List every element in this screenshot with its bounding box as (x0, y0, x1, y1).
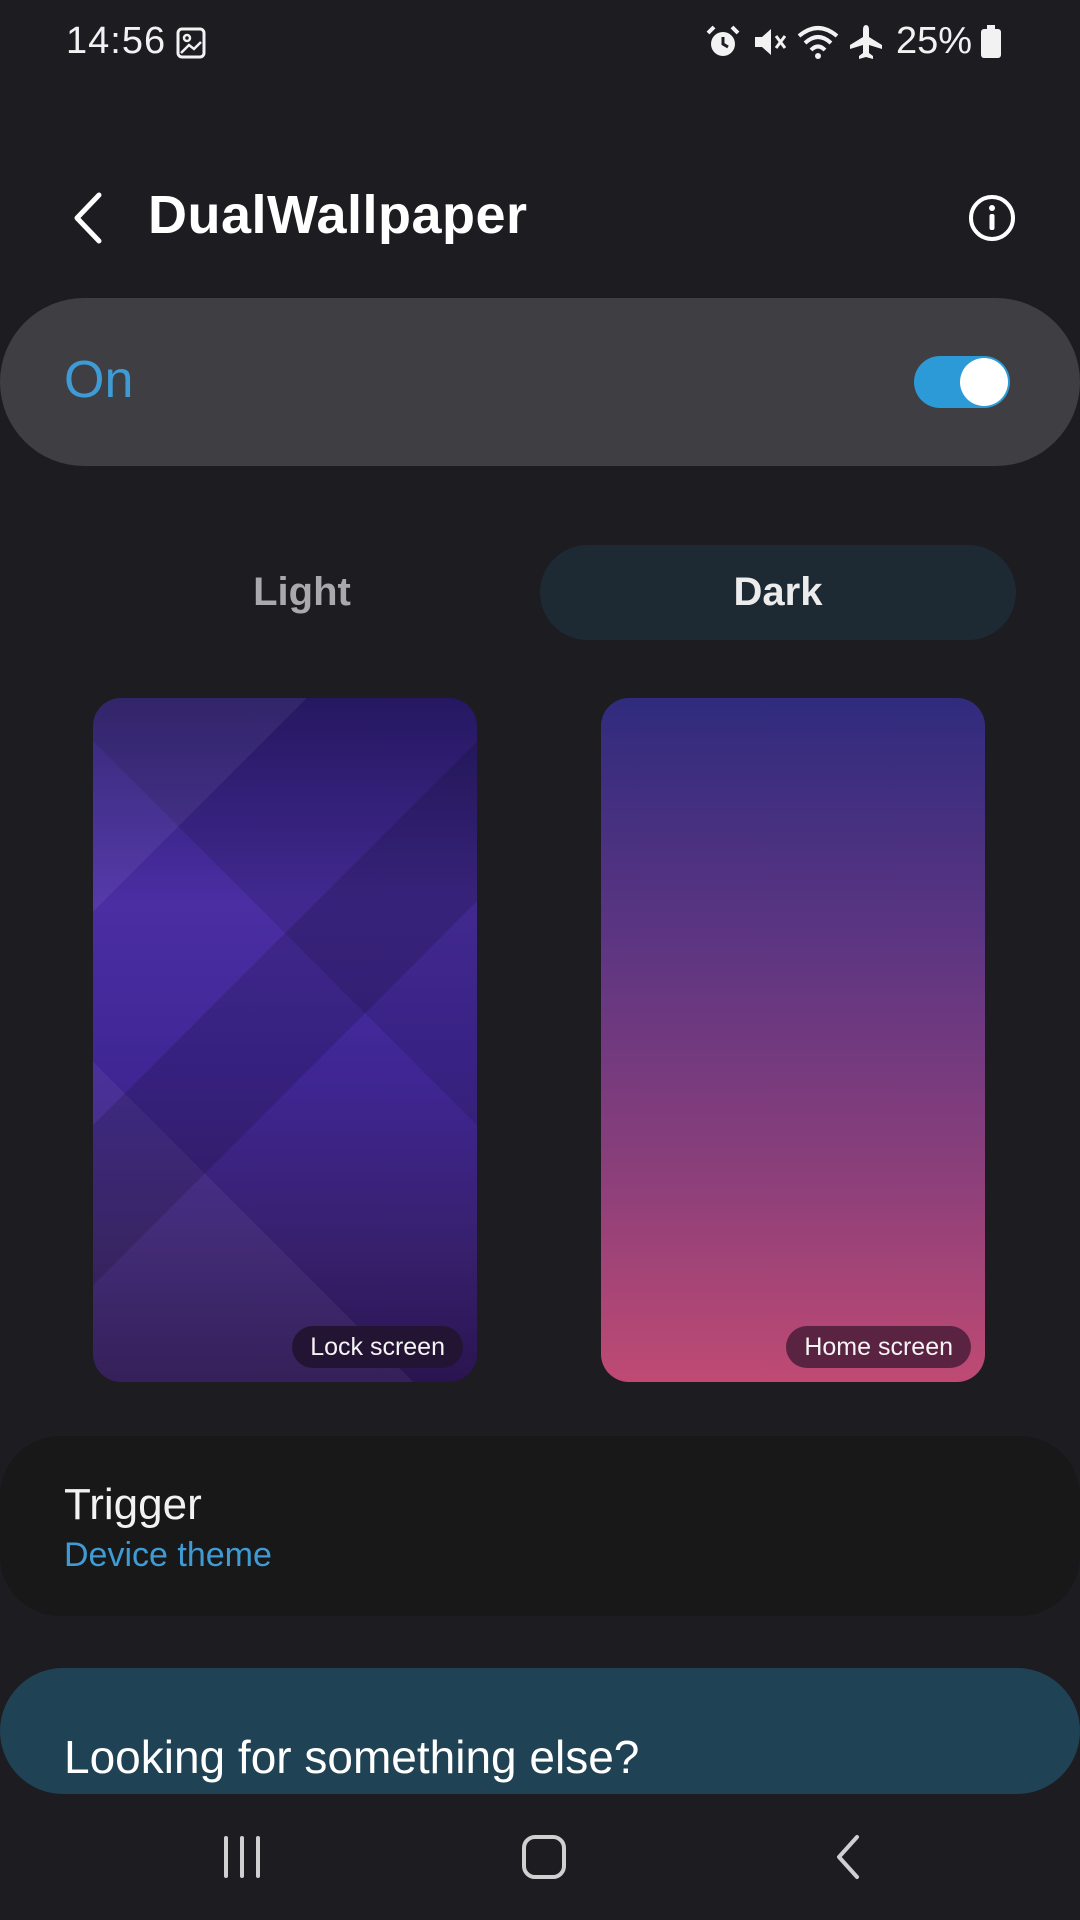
wifi-icon (797, 25, 839, 59)
home-screen-preview[interactable]: Home screen (601, 698, 985, 1382)
home-button[interactable] (504, 1824, 584, 1890)
lock-screen-label: Lock screen (292, 1326, 463, 1368)
alarm-icon (706, 25, 740, 56)
recents-icon (224, 1836, 260, 1878)
suggestion-title: Looking for something else? (64, 1731, 640, 1783)
tab-dark[interactable]: Dark (540, 545, 1016, 640)
back-button[interactable] (58, 188, 118, 248)
trigger-title: Trigger (64, 1480, 202, 1529)
airplane-icon (849, 24, 882, 59)
mute-icon (754, 28, 787, 55)
toggle-knob (960, 358, 1008, 406)
tab-light[interactable]: Light (130, 545, 474, 640)
master-switch-label: On (64, 351, 134, 409)
navigation-bar (0, 1794, 1080, 1920)
info-icon (969, 195, 1015, 241)
screen: 14:56 25% DualWallpaper On Light Dark Lo… (0, 0, 1080, 1920)
trigger-setting[interactable]: Trigger Device theme (0, 1436, 1080, 1616)
recents-button[interactable] (202, 1824, 282, 1890)
status-bar: 14:56 25% (0, 0, 1080, 90)
home-icon (522, 1835, 566, 1879)
status-icons: 25% (704, 20, 1002, 63)
trigger-value: Device theme (64, 1536, 272, 1574)
master-toggle[interactable] (914, 356, 1010, 408)
battery-percentage: 25% (895, 20, 972, 62)
back-icon (837, 1835, 859, 1879)
master-switch-bar[interactable]: On (0, 298, 1080, 466)
info-button[interactable] (962, 188, 1022, 248)
battery-icon (981, 24, 1001, 58)
app-header: DualWallpaper (0, 170, 1080, 260)
mode-selector: Light Dark (130, 545, 1017, 640)
page-title: DualWallpaper (148, 185, 528, 245)
gallery-icon (176, 27, 206, 59)
status-time: 14:56 (66, 20, 167, 62)
suggestion-card: Looking for something else? (0, 1668, 1080, 1794)
home-screen-label: Home screen (786, 1326, 971, 1368)
lock-screen-preview[interactable]: Lock screen (93, 698, 477, 1382)
back-arrow-icon (74, 192, 102, 244)
nav-back-button[interactable] (808, 1824, 888, 1890)
